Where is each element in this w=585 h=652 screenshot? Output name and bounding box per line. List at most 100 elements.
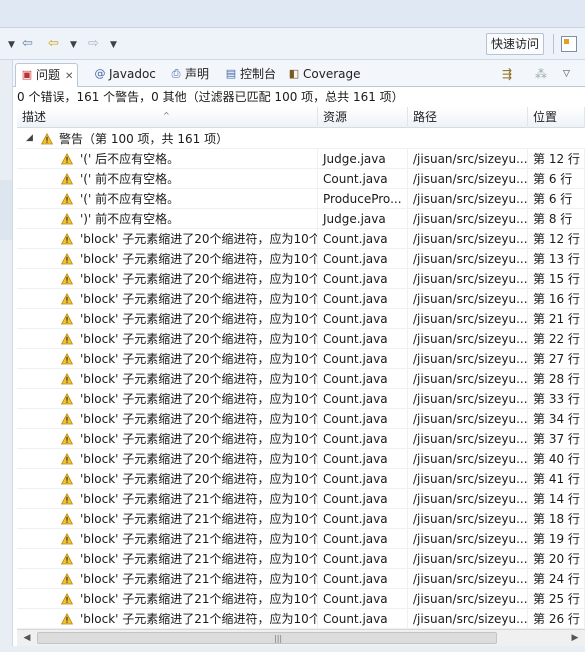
cell-location: 第 24 行 — [528, 569, 585, 589]
warning-icon — [41, 133, 53, 145]
open-perspective-icon[interactable] — [561, 36, 577, 52]
cell-resource: Count.java — [318, 509, 408, 529]
cell-location: 第 12 行 — [528, 229, 585, 249]
cell-description: '(' 前不应有空格。 — [17, 169, 318, 189]
cell-resource: Count.java — [318, 289, 408, 309]
table-row[interactable]: 'block' 子元素缩进了21个缩进符，应为10个 Count.java/jis… — [17, 569, 585, 589]
table-row[interactable]: 'block' 子元素缩进了21个缩进符，应为10个 Count.java/jis… — [17, 509, 585, 529]
table-row[interactable]: 'block' 子元素缩进了21个缩进符，应为10个 Count.java/jis… — [17, 549, 585, 569]
tab-declaration[interactable]: ⎙ 声明 — [165, 63, 209, 87]
cell-description: 'block' 子元素缩进了21个缩进符，应为10个 — [17, 569, 318, 589]
table-row[interactable]: 'block' 子元素缩进了20个缩进符，应为10个 Count.java/jis… — [17, 329, 585, 349]
collapse-icon[interactable]: ◢ — [26, 133, 33, 143]
view-menu-icon[interactable]: ⁂ — [535, 66, 547, 82]
cell-description: 'block' 子元素缩进了20个缩进符，应为10个 — [17, 429, 318, 449]
cell-resource: Count.java — [318, 449, 408, 469]
quick-access-field[interactable]: 快速访问 — [486, 33, 545, 55]
cell-description: 'block' 子元素缩进了20个缩进符，应为10个 — [17, 289, 318, 309]
table-row[interactable]: ')' 前不应有空格。 Judge.java/jisuan/src/sizeyu.… — [17, 209, 585, 229]
declaration-icon: ⎙ — [171, 67, 181, 80]
cell-path: /jisuan/src/sizeyu... — [408, 389, 528, 409]
column-label: 路径 — [413, 110, 438, 124]
cell-path: /jisuan/src/sizeyu... — [408, 469, 528, 489]
cell-location: 第 6 行 — [528, 189, 585, 209]
cell-location: 第 26 行 — [528, 609, 585, 629]
table-row[interactable]: 'block' 子元素缩进了20个缩进符，应为10个 Count.java/jis… — [17, 349, 585, 369]
table-row[interactable]: 'block' 子元素缩进了20个缩进符，应为10个 Count.java/jis… — [17, 289, 585, 309]
table-row[interactable]: 'block' 子元素缩进了20个缩进符，应为10个 Count.java/jis… — [17, 429, 585, 449]
column-header-description[interactable]: ^ 描述 — [17, 107, 318, 128]
cell-description: 'block' 子元素缩进了21个缩进符，应为10个 — [17, 549, 318, 569]
back-icon[interactable]: ⇦ — [48, 35, 59, 53]
window-top-band — [0, 0, 585, 28]
table-row[interactable]: 'block' 子元素缩进了21个缩进符，应为10个 Count.java/jis… — [17, 609, 585, 629]
cell-description: 'block' 子元素缩进了20个缩进符，应为10个 — [17, 229, 318, 249]
cell-resource: Count.java — [318, 469, 408, 489]
column-header-path[interactable]: 路径 — [408, 107, 528, 128]
back-dropdown-icon[interactable]: ▼ — [70, 36, 77, 54]
minimize-chevron-icon[interactable]: ▽ — [563, 66, 570, 82]
table-row[interactable]: 'block' 子元素缩进了21个缩进符，应为10个 Count.java/jis… — [17, 489, 585, 509]
table-row[interactable]: '(' 前不应有空格。 ProducePro.../jisuan/src/size… — [17, 189, 585, 209]
table-row[interactable]: 'block' 子元素缩进了20个缩进符，应为10个 Count.java/jis… — [17, 269, 585, 289]
table-row[interactable]: '(' 前不应有空格。 Count.java/jisuan/src/sizeyu.… — [17, 169, 585, 189]
table-row[interactable]: 'block' 子元素缩进了20个缩进符，应为10个 Count.java/jis… — [17, 449, 585, 469]
cell-resource: Judge.java — [318, 209, 408, 229]
column-label: 资源 — [323, 110, 348, 124]
cell-location: 第 15 行 — [528, 269, 585, 289]
column-header-location[interactable]: 位置 — [528, 107, 585, 128]
table-row[interactable]: 'block' 子元素缩进了20个缩进符，应为10个 Count.java/jis… — [17, 229, 585, 249]
cell-path: /jisuan/src/sizeyu... — [408, 249, 528, 269]
table-row[interactable]: 'block' 子元素缩进了21个缩进符，应为10个 Count.java/jis… — [17, 529, 585, 549]
column-header-resource[interactable]: 资源 — [318, 107, 408, 128]
scroll-right-icon[interactable]: ▶ — [567, 631, 583, 646]
table-row[interactable]: 'block' 子元素缩进了20个缩进符，应为10个 Count.java/jis… — [17, 389, 585, 409]
table-row[interactable]: 'block' 子元素缩进了20个缩进符，应为10个 Count.java/jis… — [17, 249, 585, 269]
cell-resource: Count.java — [318, 169, 408, 189]
cell-description: 'block' 子元素缩进了20个缩进符，应为10个 — [17, 349, 318, 369]
scrollbar-thumb[interactable]: ||| — [37, 632, 497, 644]
table-row[interactable]: 'block' 子元素缩进了20个缩进符，应为10个 Count.java/jis… — [17, 309, 585, 329]
cell-location: 第 6 行 — [528, 169, 585, 189]
cell-path: /jisuan/src/sizeyu... — [408, 409, 528, 429]
dropdown-arrow-icon[interactable]: ▼ — [8, 36, 15, 54]
cell-resource: Count.java — [318, 589, 408, 609]
tab-console[interactable]: ▤ 控制台 — [220, 63, 276, 87]
table-row[interactable]: 'block' 子元素缩进了20个缩进符，应为10个 Count.java/jis… — [17, 409, 585, 429]
cell-description: 'block' 子元素缩进了20个缩进符，应为10个 — [17, 309, 318, 329]
table-row[interactable]: 'block' 子元素缩进了21个缩进符，应为10个 Count.java/jis… — [17, 589, 585, 609]
table-row[interactable]: 'block' 子元素缩进了20个缩进符，应为10个 Count.java/jis… — [17, 469, 585, 489]
tab-coverage[interactable]: ◧ Coverage — [283, 63, 361, 87]
cell-description: 'block' 子元素缩进了20个缩进符，应为10个 — [17, 329, 318, 349]
tab-problems[interactable]: ▣ 问题 ✕ — [15, 63, 79, 87]
cell-location: 第 33 行 — [528, 389, 585, 409]
column-label: 描述 — [22, 110, 47, 124]
horizontal-scrollbar[interactable]: ◀ ||| ▶ — [17, 629, 585, 646]
coverage-icon: ◧ — [288, 67, 300, 80]
cell-resource: Count.java — [318, 329, 408, 349]
tab-label: 控制台 — [240, 67, 277, 81]
cell-resource: Count.java — [318, 229, 408, 249]
focus-on-active-task-icon[interactable]: ⇶ — [502, 66, 512, 82]
cell-description: 'block' 子元素缩进了20个缩进符，应为10个 — [17, 449, 318, 469]
warnings-group-row[interactable]: ◢ 警告（第 100 项，共 161 项） — [17, 129, 585, 149]
sort-ascending-icon: ^ — [163, 111, 170, 120]
table-row[interactable]: 'block' 子元素缩进了20个缩进符，应为10个 Count.java/jis… — [17, 369, 585, 389]
cell-description: 'block' 子元素缩进了20个缩进符，应为10个 — [17, 249, 318, 269]
cell-description: 'block' 子元素缩进了20个缩进符，应为10个 — [17, 389, 318, 409]
cell-path: /jisuan/src/sizeyu... — [408, 169, 528, 189]
bottom-trim — [0, 646, 585, 652]
cell-resource: Count.java — [318, 249, 408, 269]
close-icon[interactable]: ✕ — [65, 71, 73, 82]
toolbar-separator — [553, 34, 554, 54]
table-header: ^ 描述 资源 路径 位置 — [17, 107, 585, 128]
tab-label: Coverage — [303, 67, 361, 81]
last-edit-location-icon[interactable]: ⇦ — [22, 35, 33, 53]
scroll-left-icon[interactable]: ◀ — [19, 631, 35, 646]
forward-icon[interactable]: ⇨ — [88, 35, 99, 53]
cell-path: /jisuan/src/sizeyu... — [408, 569, 528, 589]
tab-javadoc[interactable]: @ Javadoc — [89, 63, 156, 87]
table-row[interactable]: '(' 后不应有空格。 Judge.java/jisuan/src/sizeyu.… — [17, 149, 585, 169]
forward-dropdown-icon[interactable]: ▼ — [110, 36, 117, 54]
cell-resource: Count.java — [318, 409, 408, 429]
